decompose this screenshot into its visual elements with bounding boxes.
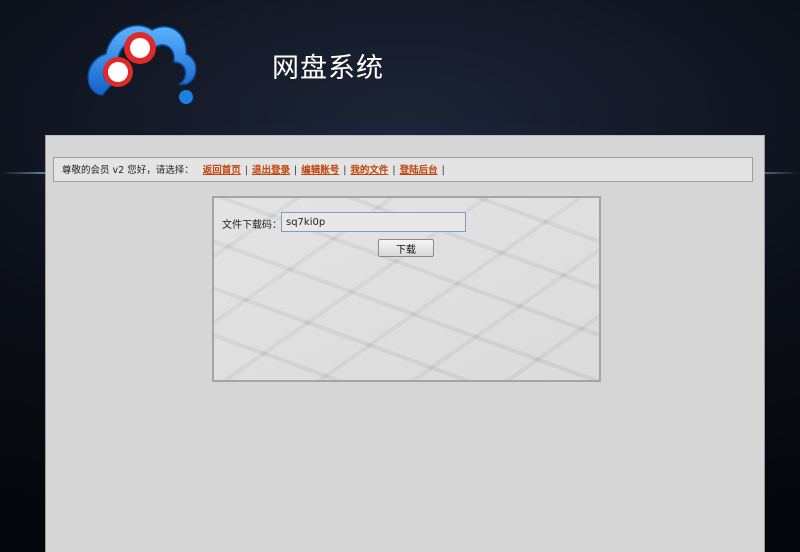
- cloud-logo-icon: [87, 24, 197, 104]
- nav-link-edit-account[interactable]: 编辑账号: [301, 165, 339, 176]
- nav-separator: |: [244, 165, 248, 176]
- download-button[interactable]: 下载: [378, 239, 434, 257]
- download-code-input[interactable]: [281, 212, 466, 232]
- main-panel: 尊敬的会员 v2 您好，请选择： 返回首页 | 退出登录 | 编辑账号 | 我的文件 | 登陆后…: [45, 135, 765, 552]
- nav-separator: |: [293, 165, 298, 176]
- nav-link-admin-login[interactable]: 登陆后台: [400, 165, 438, 176]
- nav-bar: 尊敬的会员 v2 您好，请选择： 返回首页 | 退出登录 | 编辑账号 | 我的文件 | 登陆后…: [53, 157, 753, 182]
- member-greeting: 尊敬的会员 v2 您好，请选择：: [62, 165, 194, 176]
- nav-separator: |: [441, 165, 445, 176]
- nav-link-my-files[interactable]: 我的文件: [350, 165, 388, 176]
- site-logo: [82, 10, 200, 110]
- nav-link-logout[interactable]: 退出登录: [252, 165, 290, 176]
- download-form: 文件下载码： 下载: [212, 196, 601, 382]
- download-code-label: 文件下载码：: [222, 220, 282, 231]
- site-title: 网盘系统: [272, 53, 384, 84]
- nav-separator: |: [343, 165, 347, 176]
- nav-separator: |: [392, 165, 396, 176]
- nav-link-home[interactable]: 返回首页: [203, 165, 241, 176]
